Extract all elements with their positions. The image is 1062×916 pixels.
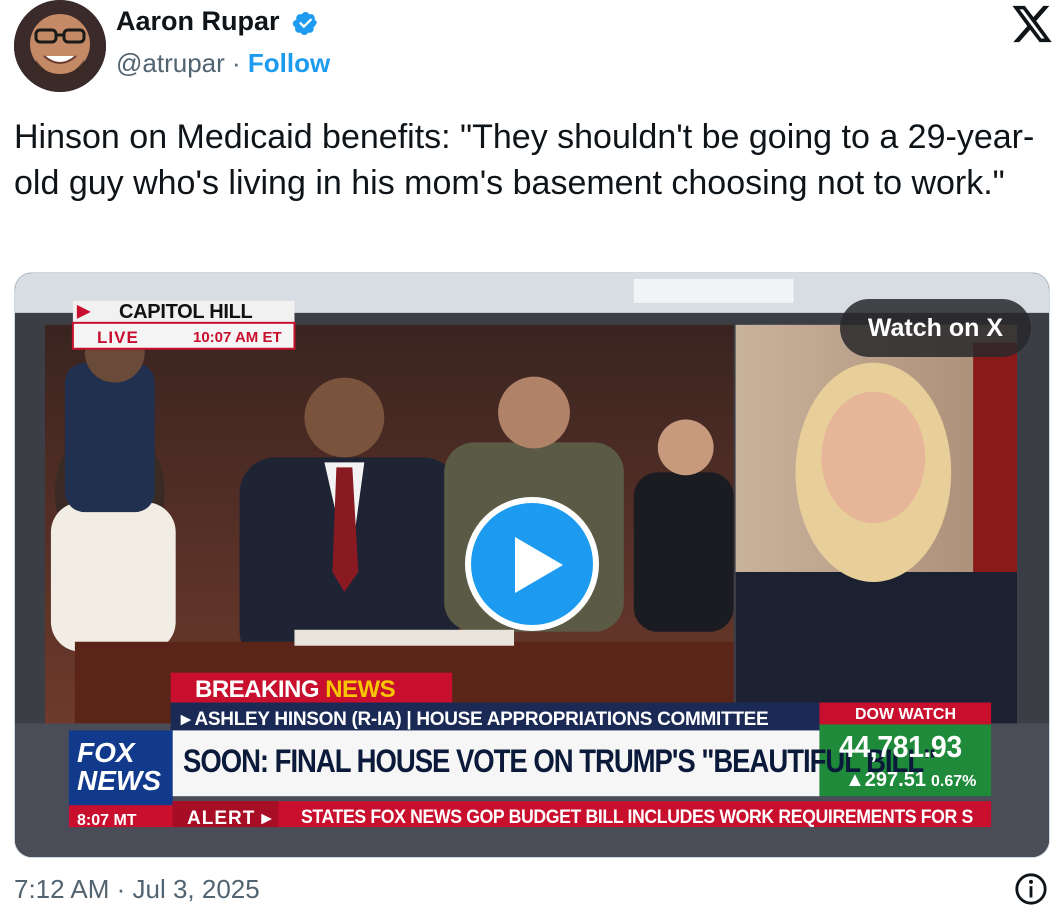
play-icon	[515, 537, 563, 593]
watch-on-x-button[interactable]: Watch on X	[839, 299, 1031, 357]
chyron-headline: SOON: FINAL HOUSE VOTE ON TRUMP'S "BEAUT…	[183, 743, 936, 779]
dow-watch-label: DOW WATCH	[855, 706, 957, 723]
video-player[interactable]: CAPITOL HILL LIVE 10:07 AM ET BREAKING N…	[14, 272, 1050, 858]
breaking-news-word: NEWS	[325, 676, 396, 703]
avatar-image	[14, 0, 106, 92]
tweet-footer: 7:12 AM · Jul 3, 2025	[14, 870, 1050, 910]
avatar[interactable]	[14, 0, 106, 92]
separator-dot: ·	[232, 48, 241, 78]
breaking-news-banner: BREAKING NEWS	[195, 676, 396, 704]
dow-watch-value: 44,781.93	[839, 729, 962, 764]
chyron-live-time: 10:07 AM ET	[193, 329, 282, 346]
network-clock: 8:07 MT	[77, 812, 137, 829]
verified-badge-icon	[292, 11, 318, 36]
fox-news-logo-line2: NEWS	[77, 765, 161, 796]
handle-row: @atrupar · Follow	[116, 48, 330, 79]
dow-watch-percent: 0.67%	[931, 773, 977, 790]
author-name[interactable]: Aaron Rupar	[116, 6, 280, 37]
author-handle[interactable]: @atrupar	[116, 48, 225, 78]
news-ticker: STATES FOX NEWS GOP BUDGET BILL INCLUDES…	[301, 807, 973, 828]
lower-third-name: ▸ ASHLEY HINSON (R-IA) | HOUSE APPROPRIA…	[181, 709, 769, 730]
fox-news-logo-line1: FOX	[77, 737, 135, 768]
x-logo-icon[interactable]	[1010, 4, 1054, 44]
play-button[interactable]	[465, 497, 599, 631]
fox-news-logo: FOX NEWS	[77, 739, 161, 795]
dow-watch-change: ▲297.51	[845, 769, 926, 791]
tweet-text: Hinson on Medicaid benefits: "They shoul…	[14, 118, 1035, 202]
follow-button[interactable]: Follow	[248, 48, 330, 78]
ticker-alert-label: ALERT ▸	[187, 808, 273, 829]
tweet-timestamp[interactable]: 7:12 AM · Jul 3, 2025	[14, 874, 260, 905]
chyron-location: CAPITOL HILL	[119, 301, 253, 323]
chyron-live-badge: LIVE	[97, 328, 139, 347]
tweet-header: Aaron Rupar @atrupar · Follow	[14, 0, 1054, 92]
info-icon[interactable]	[1014, 872, 1048, 906]
breaking-word: BREAKING	[195, 676, 320, 703]
